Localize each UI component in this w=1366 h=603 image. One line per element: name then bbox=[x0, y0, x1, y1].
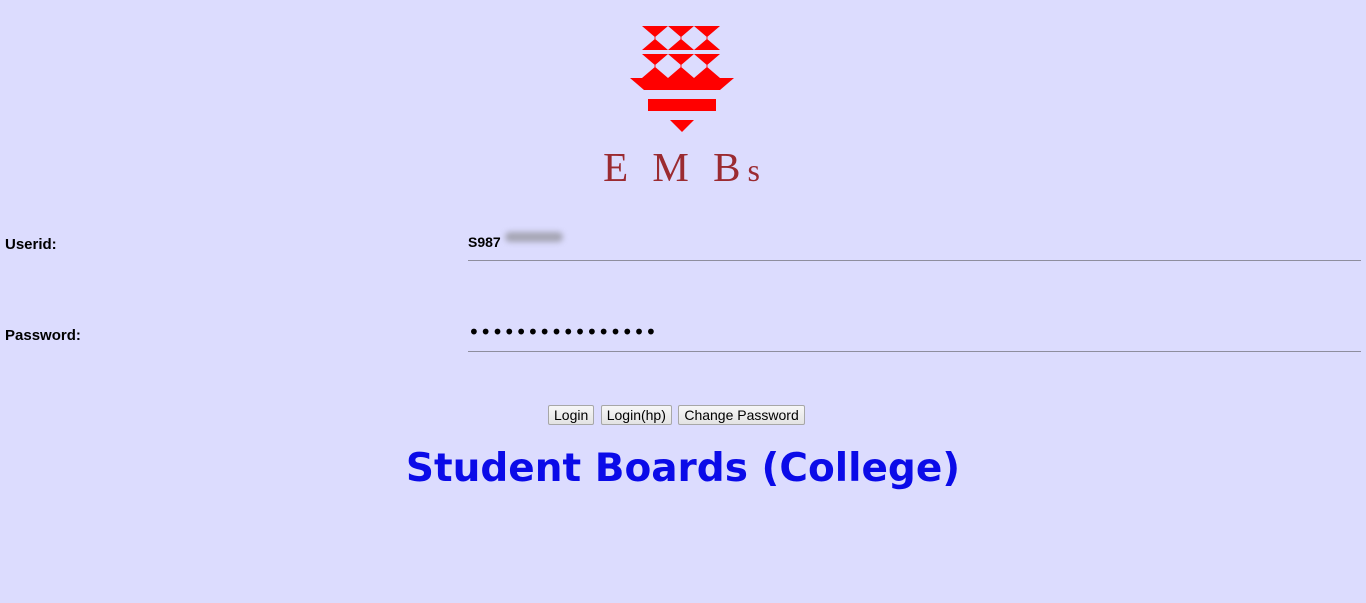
change-password-button[interactable]: Change Password bbox=[678, 405, 805, 425]
page-title: Student Boards (College) bbox=[405, 446, 961, 491]
login-button-group: Login Login(hp) Change Password bbox=[548, 405, 807, 425]
userid-input[interactable] bbox=[468, 224, 1361, 261]
login-button[interactable]: Login bbox=[548, 405, 595, 425]
password-input[interactable] bbox=[468, 312, 1361, 352]
userid-label: Userid: bbox=[5, 236, 57, 253]
login-hp-button[interactable]: Login(hp) bbox=[600, 405, 672, 425]
login-page: E M Bs Userid: Password: Login Login(hp)… bbox=[0, 0, 1366, 603]
userid-redaction bbox=[505, 232, 563, 242]
brand-text-large: E M B bbox=[603, 144, 748, 190]
password-label: Password: bbox=[5, 327, 81, 344]
brand-text-small: s bbox=[747, 152, 767, 188]
brand-wordmark: E M Bs bbox=[603, 143, 767, 194]
emb-torch-icon bbox=[630, 26, 734, 132]
